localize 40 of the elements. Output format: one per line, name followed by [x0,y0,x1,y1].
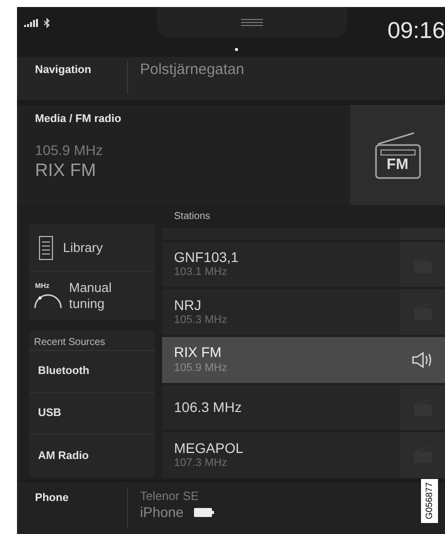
station-row[interactable]: GNF103,1 103.1 MHz [162,242,445,288]
navigation-tile[interactable]: Navigation Polstjärnegatan [17,57,445,100]
bluetooth-icon [44,18,50,28]
media-label: Media / FM radio [35,112,122,127]
handle-icon [241,18,263,26]
station-name: RIX FM [174,344,222,362]
battery-icon [194,508,214,518]
station-frequency: 105.9 MHz [174,362,228,376]
station-name: GNF103,1 [174,248,240,266]
library-button[interactable]: Library [29,224,155,272]
recent-sources-header: Recent Sources [29,331,155,351]
station-frequency: 103.1 MHz [174,266,228,280]
navigation-label: Navigation [34,63,92,78]
station-frequency: 105.3 MHz [174,314,228,328]
destination-text: Polstjärnegatan [139,60,244,80]
speaker-icon [412,352,434,368]
signal-icon [24,19,38,27]
figure-code: G056877 [421,479,438,523]
stations-header: Stations [173,210,212,224]
source-item[interactable]: Bluetooth [29,351,155,393]
station-name: 106.3 MHz [174,398,243,416]
station-name: NRJ [174,296,202,314]
clock: 09:16 [387,16,445,45]
station-frequency: 107.3 MHz [174,457,228,471]
station-name: MEGAPOL [174,440,244,458]
source-item[interactable]: USB [29,393,155,435]
pull-down-tab[interactable] [157,7,347,37]
source-item[interactable]: AM Radio [29,435,155,477]
device-name: iPhone [140,504,184,522]
station-row[interactable]: RIX FM 105.9 MHz [162,337,445,383]
phone-label: Phone [34,491,70,506]
station-row[interactable]: 106.3 MHz [162,384,445,430]
phone-tile[interactable]: Phone Telenor SE iPhone G056877 [17,482,445,534]
frequency-text: 105.9 MHz [35,142,104,159]
list-icon [39,236,53,260]
station-row[interactable]: NRJ 105.3 MHz [162,289,445,336]
carrier-text: Telenor SE [140,489,200,504]
station-name: RIX FM [35,159,97,182]
fm-source-button[interactable]: FM [350,105,445,205]
station-row[interactable]: MEGAPOL 107.3 MHz [162,432,445,478]
